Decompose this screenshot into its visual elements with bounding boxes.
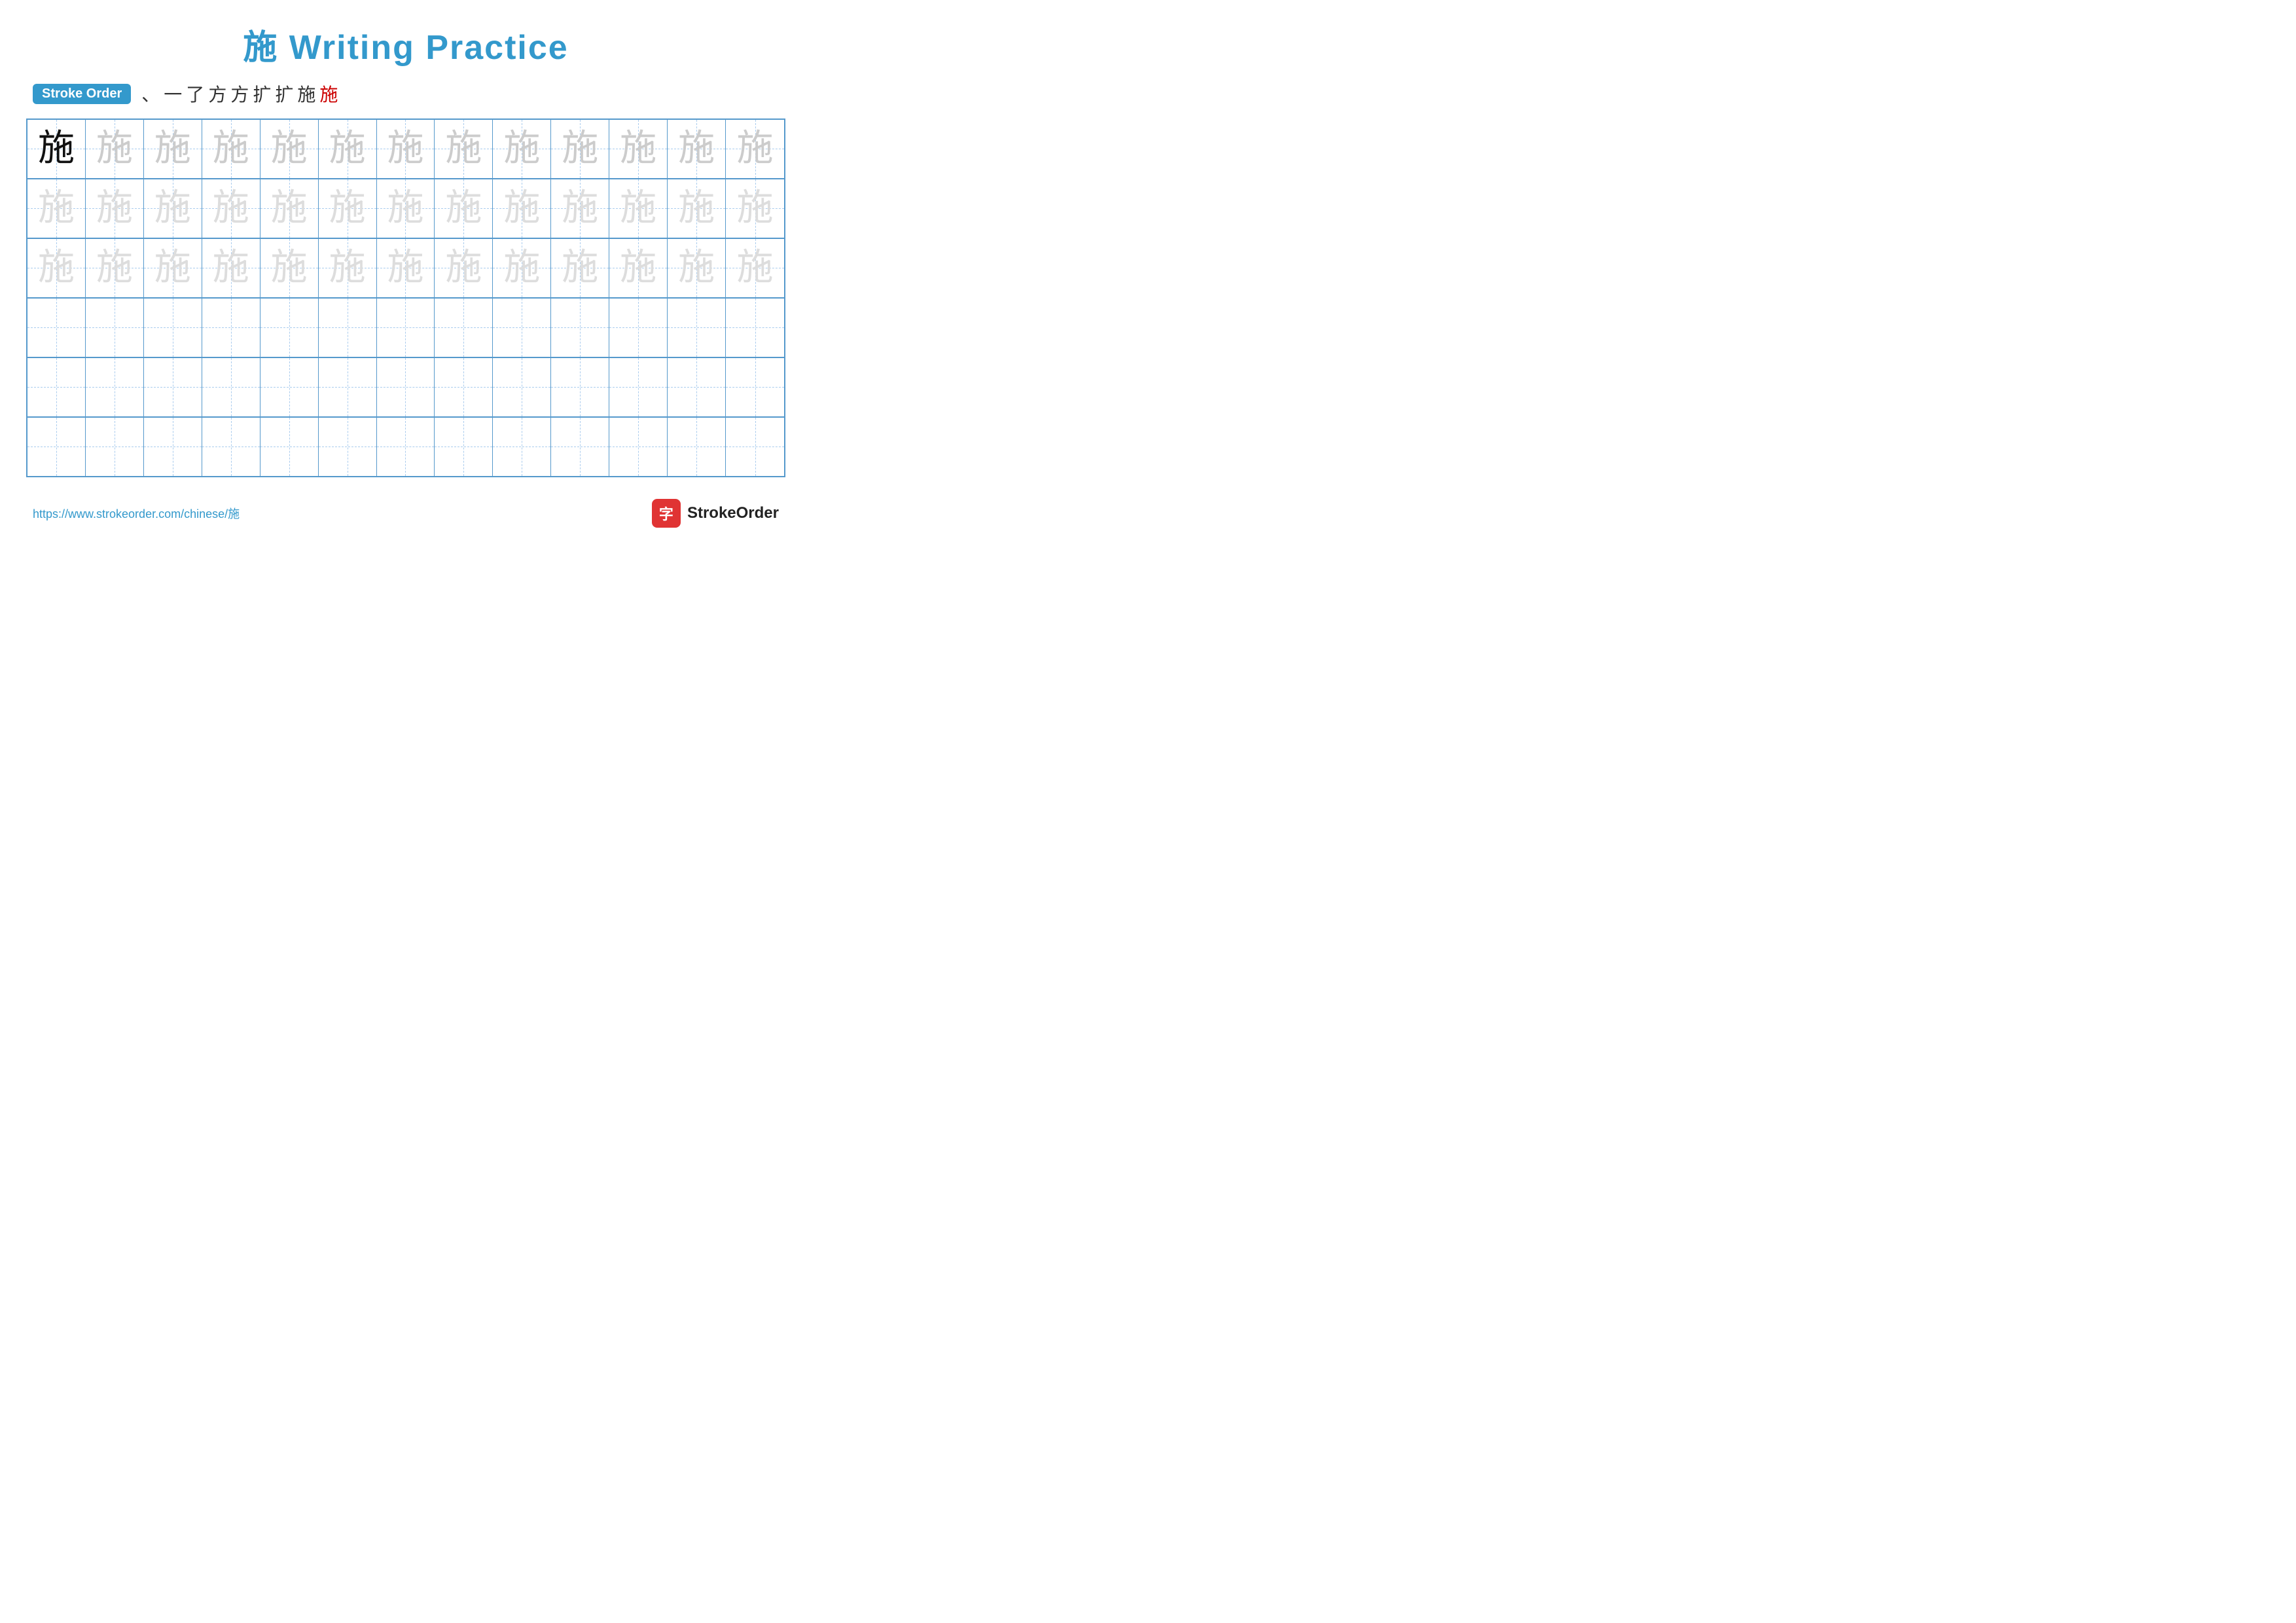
practice-cell: 施 <box>27 239 86 297</box>
practice-cell: 施 <box>377 179 435 238</box>
practice-cell <box>377 418 435 476</box>
practice-row <box>27 358 784 418</box>
practice-cell: 施 <box>551 239 609 297</box>
practice-cell <box>551 418 609 476</box>
practice-cell: 施 <box>86 179 144 238</box>
practice-cell: 施 <box>202 239 260 297</box>
practice-cell: 施 <box>86 120 144 178</box>
practice-cell <box>726 418 784 476</box>
practice-cell: 施 <box>319 120 377 178</box>
practice-cell: 施 <box>668 179 726 238</box>
practice-cell <box>260 358 319 416</box>
practice-cell <box>27 299 86 357</box>
practice-cell <box>27 358 86 416</box>
practice-cell: 施 <box>668 120 726 178</box>
practice-cell <box>144 299 202 357</box>
practice-cell <box>609 418 668 476</box>
brand-icon: 字 <box>652 499 681 528</box>
practice-cell: 施 <box>435 120 493 178</box>
practice-cell <box>668 418 726 476</box>
practice-cell <box>202 299 260 357</box>
practice-cell <box>144 418 202 476</box>
practice-cell <box>202 418 260 476</box>
brand-name: StrokeOrder <box>687 504 779 522</box>
practice-cell <box>260 418 319 476</box>
practice-cell: 施 <box>319 179 377 238</box>
practice-cell <box>493 299 551 357</box>
practice-cell: 施 <box>144 179 202 238</box>
practice-cell <box>609 358 668 416</box>
practice-cell <box>493 418 551 476</box>
stroke-order-badge: Stroke Order <box>33 84 131 104</box>
practice-cell: 施 <box>609 179 668 238</box>
practice-cell <box>726 358 784 416</box>
practice-cell: 施 <box>319 239 377 297</box>
practice-cell: 施 <box>260 120 319 178</box>
footer-brand: 字 StrokeOrder <box>652 499 779 528</box>
practice-cell <box>202 358 260 416</box>
practice-cell: 施 <box>493 120 551 178</box>
practice-row: 施 施 施 施 施 施 施 施 施 施 施 施 施 <box>27 239 784 299</box>
practice-cell: 施 <box>202 179 260 238</box>
practice-cell: 施 <box>27 120 86 178</box>
practice-cell: 施 <box>435 239 493 297</box>
practice-cell: 施 <box>551 179 609 238</box>
practice-cell <box>493 358 551 416</box>
practice-cell <box>260 299 319 357</box>
practice-cell <box>551 358 609 416</box>
practice-cell: 施 <box>377 239 435 297</box>
practice-cell: 施 <box>726 120 784 178</box>
practice-cell <box>377 358 435 416</box>
practice-cell: 施 <box>726 179 784 238</box>
practice-cell <box>435 358 493 416</box>
practice-cell: 施 <box>260 239 319 297</box>
practice-cell: 施 <box>435 179 493 238</box>
practice-cell: 施 <box>144 120 202 178</box>
practice-cell: 施 <box>493 239 551 297</box>
practice-cell <box>435 418 493 476</box>
practice-cell: 施 <box>86 239 144 297</box>
practice-cell <box>27 418 86 476</box>
practice-cell: 施 <box>202 120 260 178</box>
practice-row: 施 施 施 施 施 施 施 施 施 施 施 施 施 <box>27 179 784 239</box>
practice-cell <box>319 418 377 476</box>
stroke-sequence: 、 一 了 方 方 扩 扩 施 施 <box>141 81 338 107</box>
practice-cell: 施 <box>609 120 668 178</box>
practice-cell <box>435 299 493 357</box>
practice-cell <box>551 299 609 357</box>
practice-cell <box>86 299 144 357</box>
practice-cell <box>319 358 377 416</box>
stroke-order-row: Stroke Order 、 一 了 方 方 扩 扩 施 施 <box>33 81 785 107</box>
practice-cell: 施 <box>27 179 86 238</box>
practice-cell <box>377 299 435 357</box>
practice-cell: 施 <box>609 239 668 297</box>
practice-cell: 施 <box>726 239 784 297</box>
practice-cell: 施 <box>493 179 551 238</box>
practice-cell: 施 <box>144 239 202 297</box>
practice-cell <box>319 299 377 357</box>
practice-row <box>27 418 784 476</box>
practice-cell <box>144 358 202 416</box>
footer: https://www.strokeorder.com/chinese/施 字 … <box>26 499 785 528</box>
practice-cell <box>668 299 726 357</box>
practice-cell <box>86 358 144 416</box>
practice-grid: 施 施 施 施 施 施 施 施 施 施 施 施 施 施 施 施 施 施 施 施 … <box>26 119 785 477</box>
practice-cell <box>726 299 784 357</box>
practice-cell <box>86 418 144 476</box>
practice-cell <box>668 358 726 416</box>
practice-cell: 施 <box>260 179 319 238</box>
practice-row <box>27 299 784 358</box>
practice-cell: 施 <box>551 120 609 178</box>
footer-url[interactable]: https://www.strokeorder.com/chinese/施 <box>33 505 240 522</box>
practice-row: 施 施 施 施 施 施 施 施 施 施 施 施 施 <box>27 120 784 179</box>
practice-cell <box>609 299 668 357</box>
practice-cell: 施 <box>377 120 435 178</box>
practice-cell: 施 <box>668 239 726 297</box>
page-title: 施 Writing Practice <box>26 20 785 69</box>
